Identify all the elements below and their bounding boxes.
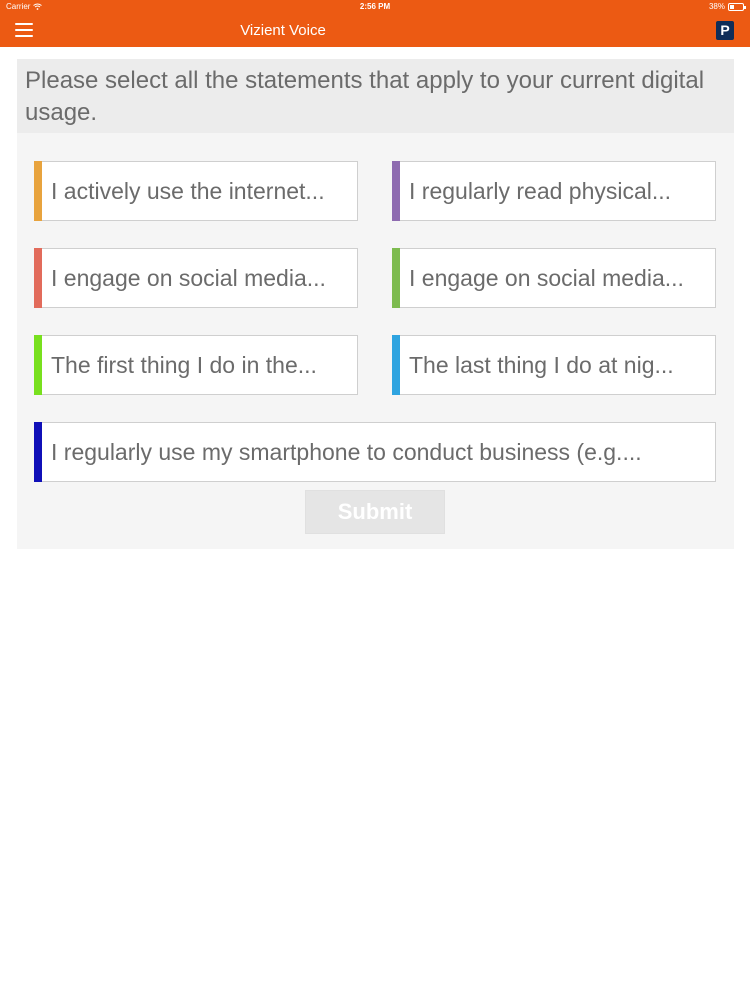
app-header: Carrier 2:56 PM 38% Vizient Voice P: [0, 0, 750, 47]
option-label: I engage on social media...: [409, 265, 684, 291]
option-4[interactable]: I engage on social media...: [392, 248, 716, 308]
survey-card: Please select all the statements that ap…: [17, 59, 734, 549]
option-label: I actively use the internet...: [51, 178, 325, 204]
option-7[interactable]: I regularly use my smartphone to conduct…: [34, 422, 716, 482]
option-label: The first thing I do in the...: [51, 352, 317, 378]
option-color-bar: [34, 248, 42, 308]
option-label: The last thing I do at nig...: [409, 352, 674, 378]
option-2[interactable]: I regularly read physical...: [392, 161, 716, 221]
option-3[interactable]: I engage on social media...: [34, 248, 358, 308]
option-color-bar: [34, 335, 42, 395]
battery-icon: [728, 2, 746, 11]
option-label: I engage on social media...: [51, 265, 326, 291]
option-5[interactable]: The first thing I do in the...: [34, 335, 358, 395]
option-label: I regularly read physical...: [409, 178, 672, 204]
option-label: I regularly use my smartphone to conduct…: [51, 439, 642, 465]
option-color-bar: [392, 335, 400, 395]
option-6[interactable]: The last thing I do at nig...: [392, 335, 716, 395]
status-bar: Carrier 2:56 PM 38%: [0, 0, 750, 14]
option-color-bar: [34, 161, 42, 221]
brand-logo-icon[interactable]: P: [716, 21, 734, 40]
status-time: 2:56 PM: [359, 2, 391, 11]
option-1[interactable]: I actively use the internet...: [34, 161, 358, 221]
battery-indicator: 38%: [708, 2, 746, 11]
battery-percent: 38%: [708, 2, 725, 11]
option-color-bar: [34, 422, 42, 482]
option-color-bar: [392, 161, 400, 221]
app-title: Vizient Voice: [240, 22, 326, 39]
option-color-bar: [392, 248, 400, 308]
question-text: Please select all the statements that ap…: [17, 59, 734, 133]
submit-button[interactable]: Submit: [305, 490, 445, 534]
